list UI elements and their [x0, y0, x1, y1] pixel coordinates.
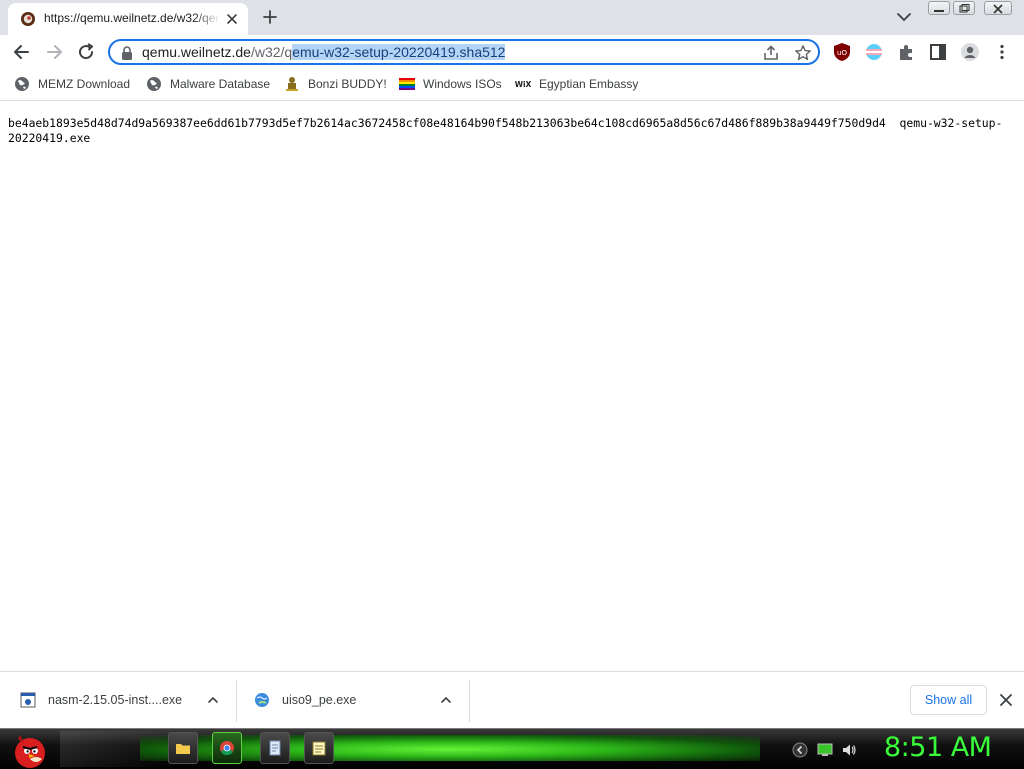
taskbar-clock[interactable]: 8:51 AM: [884, 732, 992, 763]
menu-kebab-icon[interactable]: [992, 42, 1012, 62]
bookmark-star-icon[interactable]: [794, 44, 812, 62]
bookmark-malware-database[interactable]: Malware Database: [146, 75, 270, 93]
wix-icon: WiX: [515, 80, 531, 89]
close-icon[interactable]: [998, 692, 1014, 708]
sha512-checksum-text: be4aeb1893e5d48d74d9a569387ee6dd61b7793d…: [8, 116, 1003, 145]
bookmark-label: Windows ISOs: [423, 77, 502, 91]
bonzi-icon: [286, 77, 298, 91]
chevron-up-icon[interactable]: [440, 694, 452, 706]
qemu-favicon-icon: [21, 12, 35, 26]
bookmark-bonzi-buddy[interactable]: Bonzi BUDDY!: [284, 75, 387, 93]
download-shelf: nasm-2.15.05-inst....exe uiso9_pe.exe Sh…: [0, 671, 1024, 729]
side-panel-icon[interactable]: [928, 42, 948, 62]
back-arrow-icon[interactable]: [12, 42, 32, 62]
page-content: be4aeb1893e5d48d74d9a569387ee6dd61b7793d…: [0, 101, 1024, 671]
svg-text:WiX: WiX: [515, 80, 531, 89]
rainbow-flag-icon: [399, 78, 415, 90]
reload-icon[interactable]: [76, 42, 96, 62]
notepad-icon: [312, 741, 326, 756]
taskbar-notepad-button[interactable]: [304, 732, 334, 764]
url-text[interactable]: qemu.weilnetz.de/w32/qemu-w32-setup-2022…: [142, 44, 506, 60]
ublock-origin-icon[interactable]: uO: [832, 42, 852, 62]
minimize-button[interactable]: [928, 1, 950, 15]
folder-icon: [176, 744, 190, 754]
tab-close-icon[interactable]: [224, 11, 240, 27]
browser-toolbar: qemu.weilnetz.de/w32/qemu-w32-setup-2022…: [0, 35, 1024, 69]
bookmark-memz-download[interactable]: MEMZ Download: [14, 75, 130, 93]
taskbar: 8:51 AM: [0, 728, 1024, 769]
new-tab-icon[interactable]: [260, 7, 280, 27]
lock-icon[interactable]: [121, 46, 133, 60]
bookmark-windows-isos[interactable]: Windows ISOs: [399, 75, 502, 93]
network-monitor-icon[interactable]: [817, 742, 833, 758]
share-icon[interactable]: [762, 44, 780, 62]
taskbar-explorer-button[interactable]: [168, 732, 198, 764]
tab-strip: https://qemu.weilnetz.de/w32/qemu-w32-se…: [0, 0, 1024, 35]
svg-text:uO: uO: [837, 49, 847, 57]
url-path: /w32/q: [250, 44, 293, 60]
globe-file-icon: [255, 693, 269, 707]
tab-search-chevron-icon[interactable]: [895, 10, 913, 24]
close-window-button[interactable]: [984, 1, 1012, 15]
tray-show-hidden-icon[interactable]: [792, 742, 808, 758]
globe-icon: [15, 77, 29, 91]
taskbar-document-button[interactable]: [260, 732, 290, 764]
extension-flag-icon[interactable]: [864, 42, 884, 62]
download-filename: uiso9_pe.exe: [282, 693, 357, 707]
bookmark-label: Egyptian Embassy: [539, 77, 639, 91]
tab-title: https://qemu.weilnetz.de/w32/qemu-w32-se…: [44, 11, 220, 25]
download-item[interactable]: nasm-2.15.05-inst....exe: [0, 672, 236, 729]
url-selected-text: emu-w32-setup-20220419.sha512: [292, 44, 506, 60]
url-host: qemu.weilnetz.de: [142, 44, 251, 60]
minimize-icon: [934, 10, 944, 12]
restore-icon: [959, 4, 970, 13]
start-button-angry-bird-icon[interactable]: [6, 729, 50, 769]
taskbar-chrome-button[interactable]: [212, 732, 242, 764]
forward-arrow-icon[interactable]: [44, 42, 64, 62]
bookmark-label: Malware Database: [170, 77, 271, 91]
document-icon: [269, 740, 281, 756]
chevron-up-icon[interactable]: [207, 694, 219, 706]
tab-active[interactable]: https://qemu.weilnetz.de/w32/qemu-w32-se…: [8, 3, 248, 35]
close-window-icon: [993, 4, 1003, 14]
bookmark-label: MEMZ Download: [38, 77, 131, 91]
address-bar[interactable]: qemu.weilnetz.de/w32/qemu-w32-setup-2022…: [108, 39, 820, 65]
globe-icon: [147, 77, 161, 91]
chrome-icon: [220, 741, 234, 756]
extensions-puzzle-icon[interactable]: [896, 42, 916, 62]
bookmark-label: Bonzi BUDDY!: [308, 77, 387, 91]
show-all-button[interactable]: Show all: [910, 685, 987, 715]
download-item[interactable]: uiso9_pe.exe: [237, 672, 469, 729]
divider: [469, 680, 470, 722]
bookmarks-bar: MEMZ Download Malware Database Bonzi BUD…: [0, 69, 1024, 101]
profile-avatar-icon[interactable]: [960, 42, 980, 62]
installer-file-icon: [20, 692, 36, 708]
download-filename: nasm-2.15.05-inst....exe: [48, 693, 183, 707]
bookmark-egyptian-embassy[interactable]: WiX Egyptian Embassy: [515, 75, 638, 93]
restore-button[interactable]: [953, 1, 975, 15]
volume-speaker-icon[interactable]: [841, 742, 857, 758]
